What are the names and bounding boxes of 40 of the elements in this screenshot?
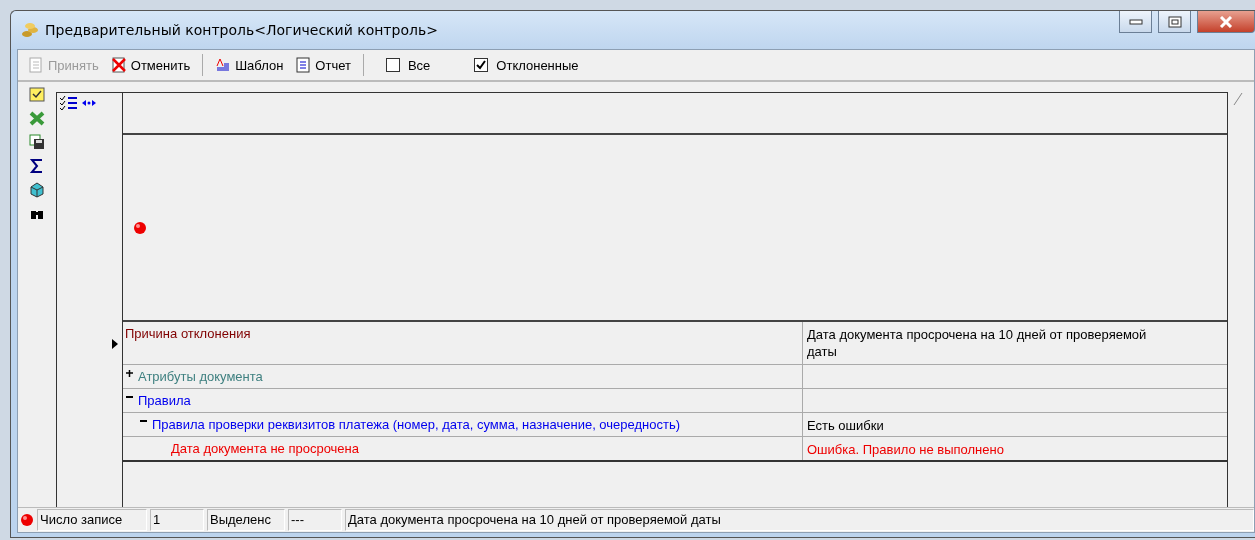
status-value: 1 <box>150 509 204 531</box>
expand-icon[interactable] <box>125 369 134 378</box>
close-button[interactable] <box>1197 11 1255 33</box>
status-label: Выделенс <box>207 509 285 531</box>
status-value: --- <box>288 509 342 531</box>
cube-icon[interactable] <box>29 182 45 198</box>
checkbox[interactable]: Все <box>385 57 431 73</box>
status-label: Число записе <box>37 509 147 531</box>
value-cell-text: Ошибка. Правило не выполнено <box>806 441 1005 459</box>
status-message: Дата документа просрочена на 10 дней от проверяемой даты <box>345 509 1254 531</box>
tree-item[interactable]: Причина отклонения <box>123 322 803 364</box>
cancel-icon <box>110 57 127 73</box>
close-icon <box>1219 15 1233 28</box>
sigma-icon[interactable] <box>29 158 45 174</box>
window-title: Предварительный контроль<Логический контроль> <box>45 22 439 38</box>
tree-item[interactable]: Дата документа не просрочена <box>123 437 803 460</box>
toolbar-button[interactable]: Отчет <box>291 55 355 75</box>
folder-check-icon[interactable] <box>29 86 45 102</box>
minimize-button[interactable] <box>1119 11 1152 33</box>
tree-item[interactable]: Правила <box>123 389 803 412</box>
toolbar-button[interactable]: Шаблон <box>211 55 288 75</box>
maximize-icon <box>1167 15 1182 28</box>
checklist-icon[interactable] <box>59 95 79 111</box>
minimize-icon <box>1128 18 1143 25</box>
document-icon <box>28 57 44 73</box>
check-icon <box>476 60 487 70</box>
floppy-disk-icon[interactable] <box>29 134 45 150</box>
template-icon <box>215 57 232 73</box>
value-cell-text: Дата документа просрочена на 10 дней от проверяемой даты <box>806 326 1148 361</box>
status-dot-icon <box>133 220 147 235</box>
tree-item[interactable]: Правила проверки реквизитов платежа (номер, дата, сумма, назначение, очередность) <box>123 413 803 436</box>
coins-icon <box>21 21 39 39</box>
toolbar-button[interactable]: Отменить <box>106 55 195 75</box>
checkbox[interactable]: Отклоненные <box>474 57 579 73</box>
report-icon <box>295 57 312 73</box>
maximize-button[interactable] <box>1158 11 1191 33</box>
tree-item[interactable]: Атрибуты документа <box>123 365 803 388</box>
value-cell-text: Есть ошибки <box>806 417 885 435</box>
status-dot-icon <box>20 513 34 527</box>
resize-grip-icon[interactable] <box>1233 92 1243 106</box>
